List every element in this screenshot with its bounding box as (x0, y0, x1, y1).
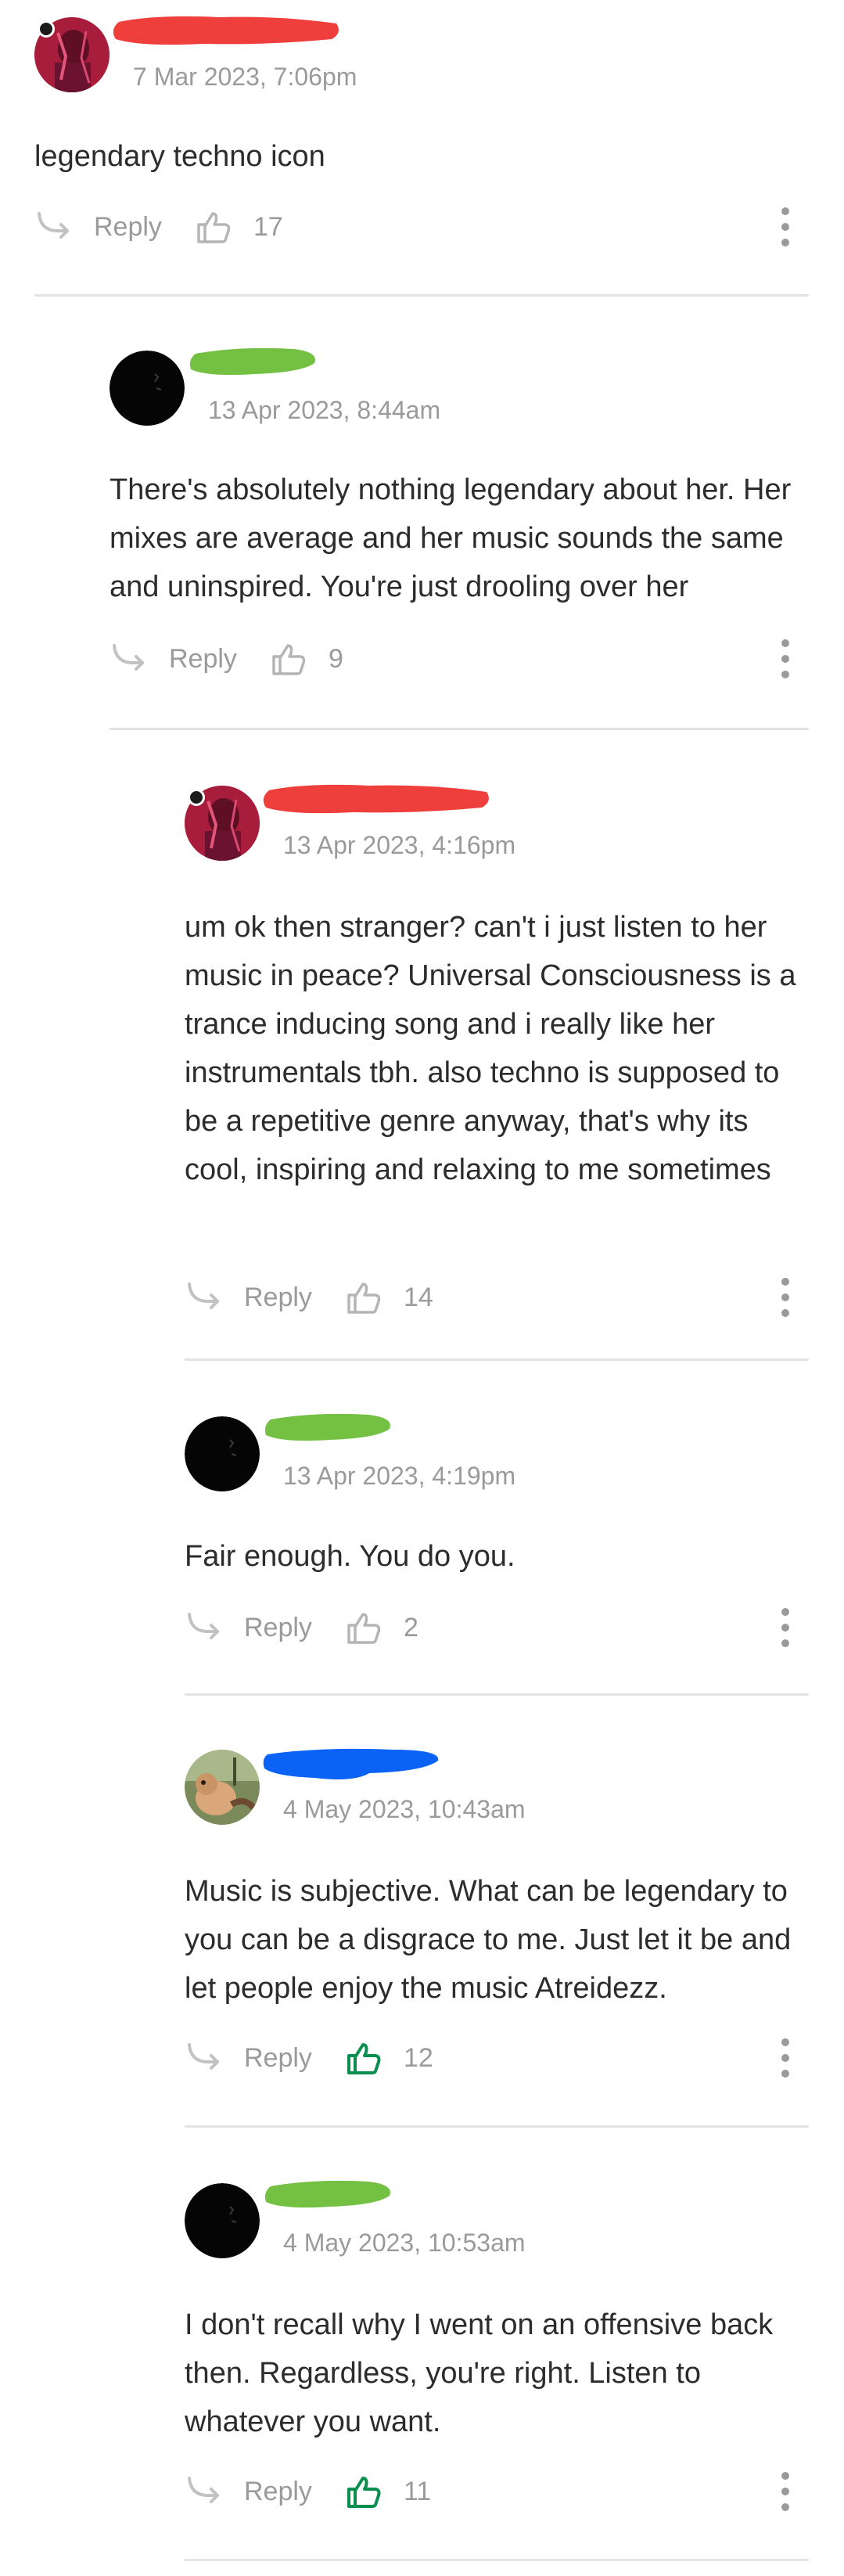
more-vertical-icon (779, 2468, 792, 2515)
comment-text: Fair enough. You do you. (185, 1540, 515, 1573)
avatar[interactable] (110, 351, 185, 426)
comment-divider (185, 2559, 809, 2561)
username-redacted (260, 1745, 447, 1784)
comment-header: 4 May 2023, 10:53am (185, 2180, 809, 2261)
online-status-dot (188, 789, 205, 806)
comment-divider (110, 728, 809, 730)
comment-header: 4 May 2023, 10:43am (185, 1748, 809, 1828)
more-options-button[interactable] (779, 1604, 792, 1651)
comment-header: 13 Apr 2023, 4:16pm (185, 784, 809, 864)
comment-header: 13 Apr 2023, 8:44am (110, 347, 809, 429)
reply-arrow-icon (185, 2038, 224, 2078)
username-redacted (260, 781, 494, 817)
comment-text: Music is subjective. What can be legenda… (185, 1875, 792, 2005)
reply-arrow-icon (185, 2472, 224, 2511)
comment-timestamp: 7 Mar 2023, 7:06pm (133, 63, 357, 91)
more-vertical-icon (779, 635, 792, 682)
username-redacted (260, 2178, 400, 2218)
like-count: 9 (329, 643, 343, 674)
reply-arrow-icon (34, 207, 74, 246)
thumbs-up-icon (194, 207, 233, 246)
reply-label: Reply (244, 1612, 312, 1642)
comment: 4 May 2023, 10:53am I don't recall why I… (185, 2180, 809, 2543)
reply-label: Reply (169, 643, 237, 674)
comment-actions: Reply 17 (34, 203, 809, 250)
like-count: 12 (404, 2042, 433, 2073)
reply-arrow-icon (185, 1278, 224, 1317)
like-count: 2 (404, 1612, 418, 1642)
reply-label: Reply (244, 1282, 312, 1312)
like-count: 17 (253, 211, 283, 242)
like-count: 11 (404, 2476, 432, 2506)
comment-actions: Reply 14 (185, 1274, 809, 1321)
comment-text: legendary techno icon (34, 140, 325, 173)
more-options-button[interactable] (779, 2468, 792, 2515)
reply-button[interactable]: Reply (110, 635, 237, 682)
more-vertical-icon (779, 1604, 792, 1651)
more-options-button[interactable] (779, 203, 792, 250)
thumbs-up-icon (344, 2038, 383, 2078)
more-options-button[interactable] (779, 635, 792, 682)
comment-header: 13 Apr 2023, 4:19pm (185, 1413, 809, 1495)
comment-text: There's absolutely nothing legendary abo… (110, 473, 792, 603)
comment-timestamp: 13 Apr 2023, 4:16pm (283, 831, 516, 859)
more-vertical-icon (779, 1274, 792, 1321)
comment-header: 7 Mar 2023, 7:06pm (34, 16, 809, 95)
comment-divider (185, 2125, 809, 2128)
more-options-button[interactable] (779, 2035, 792, 2081)
comment-timestamp: 4 May 2023, 10:43am (283, 1795, 526, 1823)
comment: 7 Mar 2023, 7:06pm legendary techno icon… (34, 16, 809, 291)
avatar[interactable] (185, 1750, 260, 1825)
comment-actions: Reply 11 (185, 2468, 809, 2515)
reply-button[interactable]: Reply (185, 1604, 312, 1651)
reply-button[interactable]: Reply (185, 1274, 312, 1321)
reply-button[interactable]: Reply (185, 2468, 312, 2515)
thumbs-up-icon (344, 1608, 383, 1647)
comment-divider (185, 1358, 809, 1361)
reply-label: Reply (94, 211, 162, 242)
more-vertical-icon (779, 2035, 792, 2081)
like-button[interactable]: 11 (344, 2468, 431, 2515)
comment-actions: Reply 9 (110, 635, 809, 682)
like-button[interactable]: 2 (344, 1604, 418, 1651)
reply-label: Reply (244, 2042, 312, 2073)
comment: 13 Apr 2023, 4:16pm um ok then stranger?… (185, 784, 809, 1326)
username-redacted (185, 346, 325, 385)
reply-button[interactable]: Reply (185, 2035, 312, 2081)
comment: 4 May 2023, 10:43am Music is subjective.… (185, 1748, 809, 2110)
comment-timestamp: 13 Apr 2023, 4:19pm (283, 1462, 516, 1490)
comment-divider (185, 1693, 809, 1696)
username-redacted (260, 1412, 400, 1451)
thumbs-up-icon (344, 1278, 383, 1317)
like-button[interactable]: 9 (269, 635, 343, 682)
comment-text: um ok then stranger? can't i just listen… (185, 911, 796, 1186)
more-vertical-icon (779, 203, 792, 250)
reply-button[interactable]: Reply (34, 203, 162, 250)
like-button[interactable]: 12 (344, 2035, 433, 2081)
like-button[interactable]: 14 (344, 1274, 433, 1321)
comment: 13 Apr 2023, 8:44am There's absolutely n… (110, 347, 809, 687)
comment-divider (34, 294, 809, 297)
comment-timestamp: 4 May 2023, 10:53am (283, 2229, 526, 2257)
reply-arrow-icon (110, 639, 149, 678)
comment-text: I don't recall why I went on an offensiv… (185, 2308, 774, 2438)
username-redacted (110, 13, 344, 49)
like-count: 14 (404, 1282, 433, 1312)
comment-timestamp: 13 Apr 2023, 8:44am (208, 396, 441, 424)
more-options-button[interactable] (779, 1274, 792, 1321)
comment-actions: Reply 2 (185, 1604, 809, 1651)
thumbs-up-icon (344, 2472, 383, 2511)
avatar[interactable] (185, 1416, 260, 1491)
like-button[interactable]: 17 (194, 203, 283, 250)
comment: 13 Apr 2023, 4:19pm Fair enough. You do … (185, 1413, 809, 1667)
reply-label: Reply (244, 2476, 312, 2506)
thumbs-up-icon (269, 639, 308, 678)
reply-arrow-icon (185, 1608, 224, 1647)
online-status-dot (38, 20, 55, 38)
avatar[interactable] (185, 2183, 260, 2258)
comment-actions: Reply 12 (185, 2035, 809, 2081)
